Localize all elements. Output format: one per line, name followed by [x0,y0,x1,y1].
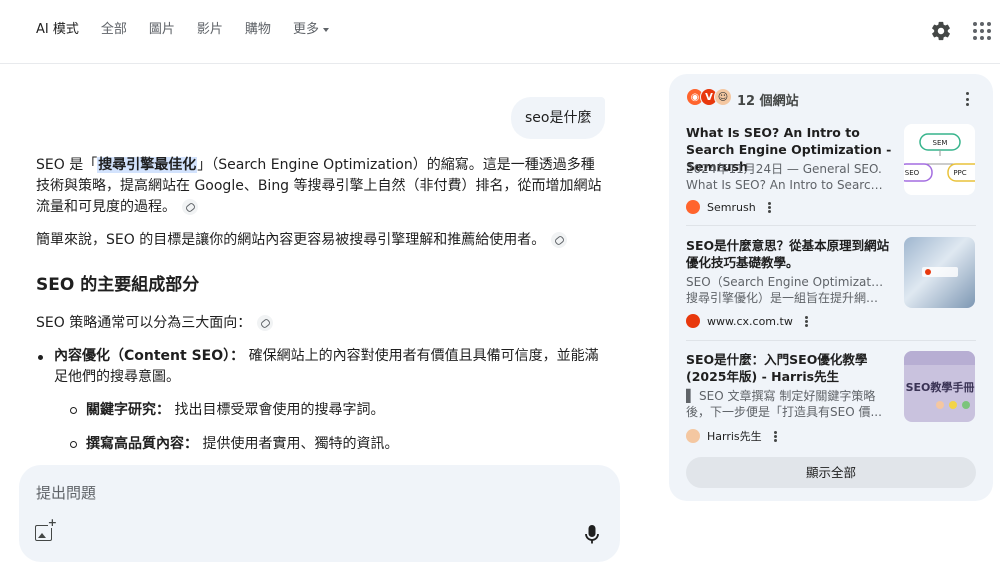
tab-images[interactable]: 圖片 [149,20,175,40]
sub-list: 關鍵字研究： 找出目標受眾會使用的搜尋字詞。 撰寫高品質內容： 提供使用者實用、… [54,400,606,455]
microphone-icon[interactable] [585,525,599,544]
ask-input-placeholder[interactable]: 提出問題 [36,482,96,503]
thumb-tag-sem: SEM [933,139,948,147]
sub-label: 關鍵字研究： [86,402,170,418]
sub-text: 提供使用者實用、獨特的資訊。 [198,436,399,452]
semrush-favicon-icon [686,200,700,214]
source-name: Harris先生 [707,430,762,443]
snippet-line: SEO（Search Engine Optimization， [686,275,886,289]
source-card[interactable]: SEO是什麼：入門SEO優化教學(2025年版) - Harris先生 ▌ SE… [686,351,976,443]
sub-list-item: 關鍵字研究： 找出目標受眾會使用的搜尋字詞。 [68,400,606,421]
answer-p3-text: SEO 策略通常可以分為三大面向： [36,315,252,331]
citation-link-icon[interactable] [551,232,568,248]
thumb-tag-seo: SEO [905,169,920,177]
snippet-line: 2024年11月24日 — General SEO. [686,162,882,176]
thumb-tag-ppc: PPC [953,169,966,177]
harris-favicon-icon [686,429,700,443]
source-thumbnail[interactable] [904,237,975,308]
source-snippet: SEO（Search Engine Optimization， 搜尋引擎優化）是… [686,274,886,306]
source-site[interactable]: Semrush [686,200,772,214]
ask-input-box[interactable]: 提出問題 [19,465,620,562]
tab-more-label: 更多 [292,22,319,37]
divider [686,340,976,341]
source-thumbnail[interactable]: SEM SEO PPC [904,124,975,195]
answer-p1-before: SEO 是「 [36,157,98,173]
sources-count: 12 個網站 [737,94,799,109]
tab-ai-mode[interactable]: AI 模式 [36,20,79,40]
source-menu-icon[interactable] [774,430,778,442]
ai-answer: SEO 是「搜尋引擎最佳化」（Search Engine Optimizatio… [36,155,606,468]
snippet-line: What Is SEO? An Intro to Search... [686,178,886,192]
divider [686,225,976,226]
source-title[interactable]: SEO是什麼意思？從基本原理到網站優化技巧基礎教學。 [686,237,894,271]
sub-list-item: 撰寫高品質內容： 提供使用者實用、獨特的資訊。 [68,434,606,455]
user-query-bubble: seo是什麼 [511,97,606,139]
snippet-line: ▌ SEO 文章撰寫 制定好關鍵字策略 [686,389,876,403]
source-name: www.cx.com.tw [707,314,793,328]
top-navigation: AI 模式 全部 圖片 影片 購物 更多 [0,0,1000,64]
sources-panel: ◉ V ☺ 12 個網站 What Is SEO? An Intro to Se… [669,74,993,501]
citation-link-icon[interactable] [257,315,274,331]
answer-paragraph-3: SEO 策略通常可以分為三大面向： [36,313,606,334]
components-list: 內容優化（Content SEO）： 確保網站上的內容對使用者有價值且具備可信度… [36,346,606,455]
cx-favicon-icon [686,314,700,328]
tab-more[interactable]: 更多 [293,20,329,40]
snippet-line: 後，下一步便是「打造具有SEO 價... [686,405,882,419]
source-name: Semrush [707,200,756,214]
source-thumbnail[interactable]: SEO教學手冊 [904,351,975,422]
chevron-down-icon [322,27,329,32]
highlighted-term[interactable]: 搜尋引擎最佳化 [97,157,198,173]
source-card[interactable]: SEO是什麼意思？從基本原理到網站優化技巧基礎教學。 SEO（Search En… [686,237,976,329]
source-menu-icon[interactable] [768,201,772,213]
source-site[interactable]: www.cx.com.tw [686,314,809,328]
sub-text: 找出目標受眾會使用的搜尋字詞。 [170,402,385,418]
answer-paragraph-2: 簡單來說，SEO 的目標是讓你的網站內容更容易被搜尋引擎理解和推薦給使用者。 [36,230,606,251]
show-all-button[interactable]: 顯示全部 [686,457,976,488]
source-card[interactable]: What Is SEO? An Intro to Search Engine O… [686,124,976,216]
source-logos: ◉ V ☺ [686,88,732,108]
bullet-label: 內容優化（Content SEO）： [54,348,245,364]
tab-shopping[interactable]: 購物 [245,20,271,40]
harris-avatar-icon: ☺ [714,88,732,106]
add-image-icon[interactable] [35,517,57,541]
apps-grid-icon[interactable] [973,22,991,40]
sub-label: 撰寫高品質內容： [86,436,198,452]
thumb-text: SEO教學手冊 [906,380,975,394]
citation-link-icon[interactable] [182,199,198,215]
answer-paragraph-1: SEO 是「搜尋引擎最佳化」（Search Engine Optimizatio… [36,155,606,218]
answer-p2-text: 簡單來說，SEO 的目標是讓你的網站內容更容易被搜尋引擎理解和推薦給使用者。 [36,232,546,248]
source-menu-icon[interactable] [805,315,809,327]
section-heading: SEO 的主要組成部分 [36,275,200,295]
snippet-line: 搜尋引擎優化）是一組旨在提升網站... [686,291,886,305]
gear-icon[interactable] [930,20,952,42]
source-title[interactable]: SEO是什麼：入門SEO優化教學(2025年版) - Harris先生 [686,351,894,385]
source-site[interactable]: Harris先生 [686,428,778,444]
source-snippet: ▌ SEO 文章撰寫 制定好關鍵字策略 後，下一步便是「打造具有SEO 價... [686,388,886,420]
search-mode-tabs: AI 模式 全部 圖片 影片 購物 更多 [36,20,351,40]
more-options-icon[interactable] [965,92,969,106]
list-item: 內容優化（Content SEO）： 確保網站上的內容對使用者有價值且具備可信度… [36,346,606,455]
tab-videos[interactable]: 影片 [197,20,223,40]
tab-all[interactable]: 全部 [101,20,127,40]
source-snippet: 2024年11月24日 — General SEO. What Is SEO? … [686,161,886,193]
